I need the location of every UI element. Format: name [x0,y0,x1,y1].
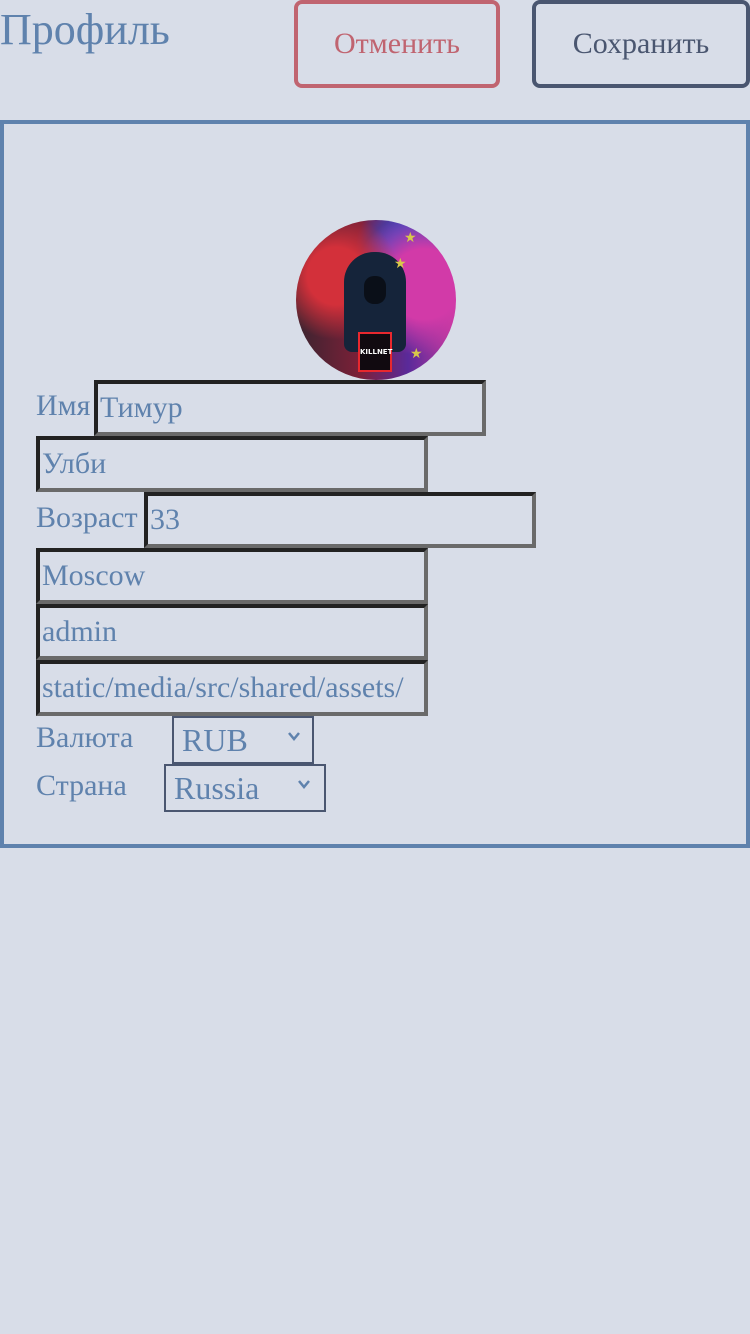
first-name-input[interactable]: Тимур [94,380,486,436]
username-input[interactable]: admin [36,604,428,660]
first-name-label: Имя [36,389,91,422]
profile-page: Профиль Отменить Сохранить KILLNET ★ ★ ★… [0,0,750,1334]
avatar-url-input[interactable]: static/media/src/shared/assets/ [36,660,428,716]
star-icon: ★ [394,257,407,272]
age-input[interactable]: 33 [144,492,536,548]
currency-value: RUB [182,722,248,758]
page-title: Профиль [0,5,170,54]
country-select[interactable]: Russia [164,764,326,812]
star-icon: ★ [404,231,417,246]
chevron-down-icon [298,780,310,789]
last-name-input[interactable]: Улби [36,436,428,492]
city-input[interactable]: Moscow [36,548,428,604]
age-label: Возраст [36,501,138,534]
star-icon: ★ [410,347,423,362]
chevron-down-icon [288,732,300,741]
country-value: Russia [174,770,260,806]
save-button[interactable]: Сохранить [532,0,750,88]
country-label: Страна [36,769,127,802]
currency-select[interactable]: RUB [172,716,314,764]
avatar: KILLNET ★ ★ ★ [296,220,456,380]
figure-face [364,276,386,304]
cancel-button[interactable]: Отменить [294,0,500,88]
avatar-caption: KILLNET [360,348,393,356]
